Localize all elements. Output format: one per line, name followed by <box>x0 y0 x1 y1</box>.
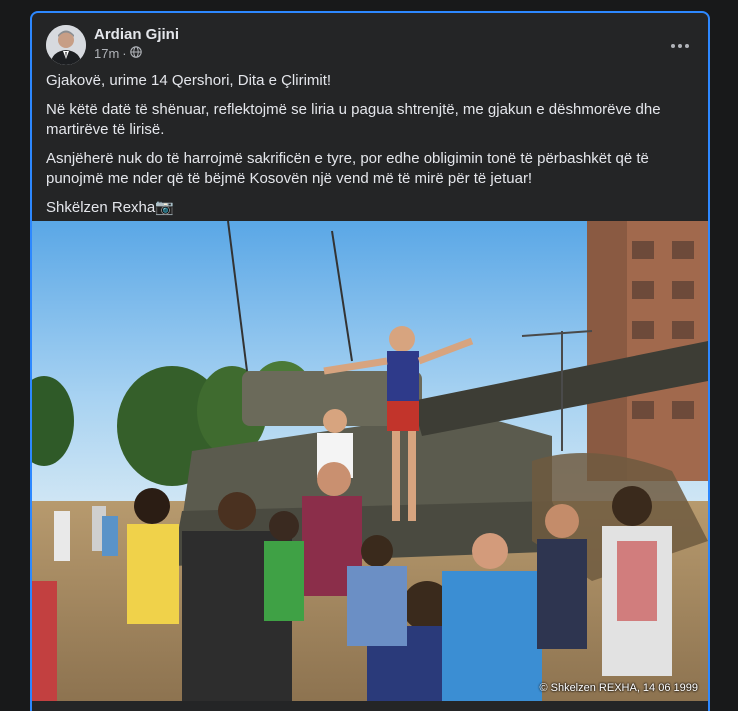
post-paragraph: Gjakovë, urime 14 Qershori, Dita e Çliri… <box>46 72 332 89</box>
more-options-button[interactable] <box>662 27 698 63</box>
post-message: Gjakovë, urime 14 Qershori, Dita e Çliri… <box>46 71 696 227</box>
globe-icon[interactable] <box>129 46 142 61</box>
post-paragraph: Në këtë datë të shënuar, reflektojmë se … <box>46 101 661 138</box>
post-photo-image <box>32 221 708 701</box>
post-paragraph: Shkëlzen Rexha📷 <box>46 199 174 216</box>
avatar-image <box>46 25 86 65</box>
avatar[interactable] <box>46 25 86 65</box>
photo-watermark: © Shkelzen REXHA, 14 06 1999 <box>539 682 698 694</box>
post-header: Ardian Gjini 17m · <box>32 13 708 69</box>
post-card: Ardian Gjini 17m · Gjakovë, urime 14 Qer… <box>30 11 710 711</box>
post-timestamp[interactable]: 17m <box>94 46 119 61</box>
more-horizontal-icon <box>670 36 690 54</box>
post-meta: 17m · <box>94 46 142 61</box>
meta-separator: · <box>122 46 127 61</box>
post-paragraph: Asnjëherë nuk do të harrojmë sakrificën … <box>46 150 649 187</box>
author-name[interactable]: Ardian Gjini <box>94 26 179 43</box>
post-photo[interactable]: © Shkelzen REXHA, 14 06 1999 <box>32 221 708 701</box>
